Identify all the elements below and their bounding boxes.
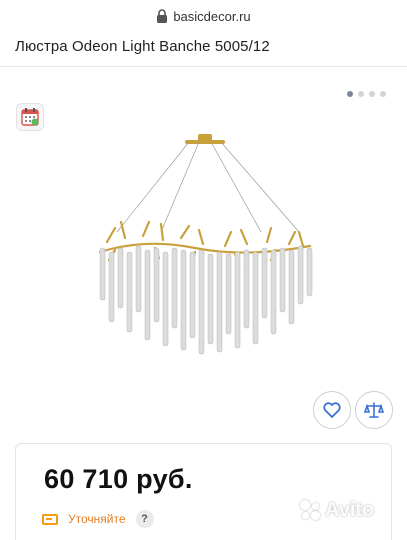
gallery-dot[interactable]: [380, 91, 386, 97]
lock-icon: [157, 9, 168, 23]
gallery-dot[interactable]: [369, 91, 375, 97]
compare-button[interactable]: [355, 391, 393, 429]
avito-watermark: Avito: [298, 498, 374, 522]
help-icon[interactable]: ?: [135, 510, 154, 528]
gallery-pagination[interactable]: [347, 91, 386, 97]
price-card: 60 710 руб. Уточняйте ?: [15, 443, 392, 540]
price-value: 60 710 руб.: [44, 464, 193, 494]
gallery-dot[interactable]: [347, 91, 353, 97]
calendar-badge-icon[interactable]: [16, 103, 44, 131]
heart-icon: [323, 402, 341, 418]
scales-icon: [364, 402, 384, 418]
card-icon: [42, 513, 58, 525]
calendar-icon: [21, 108, 39, 126]
clarify-link[interactable]: Уточняйте: [68, 512, 126, 526]
price-clarify-row[interactable]: Уточняйте ?: [42, 510, 154, 528]
divider: [0, 66, 407, 67]
chandelier-image[interactable]: [85, 120, 325, 380]
watermark-text: Avito: [325, 498, 375, 521]
gallery-dot[interactable]: [358, 91, 364, 97]
url-text: basicdecor.ru: [173, 8, 251, 24]
favorite-button[interactable]: [313, 391, 351, 429]
page-title: Люстра Odeon Light Banche 5005/12: [15, 38, 270, 55]
avito-logo-icon: [298, 498, 322, 522]
browser-url-bar[interactable]: basicdecor.ru: [0, 0, 407, 32]
